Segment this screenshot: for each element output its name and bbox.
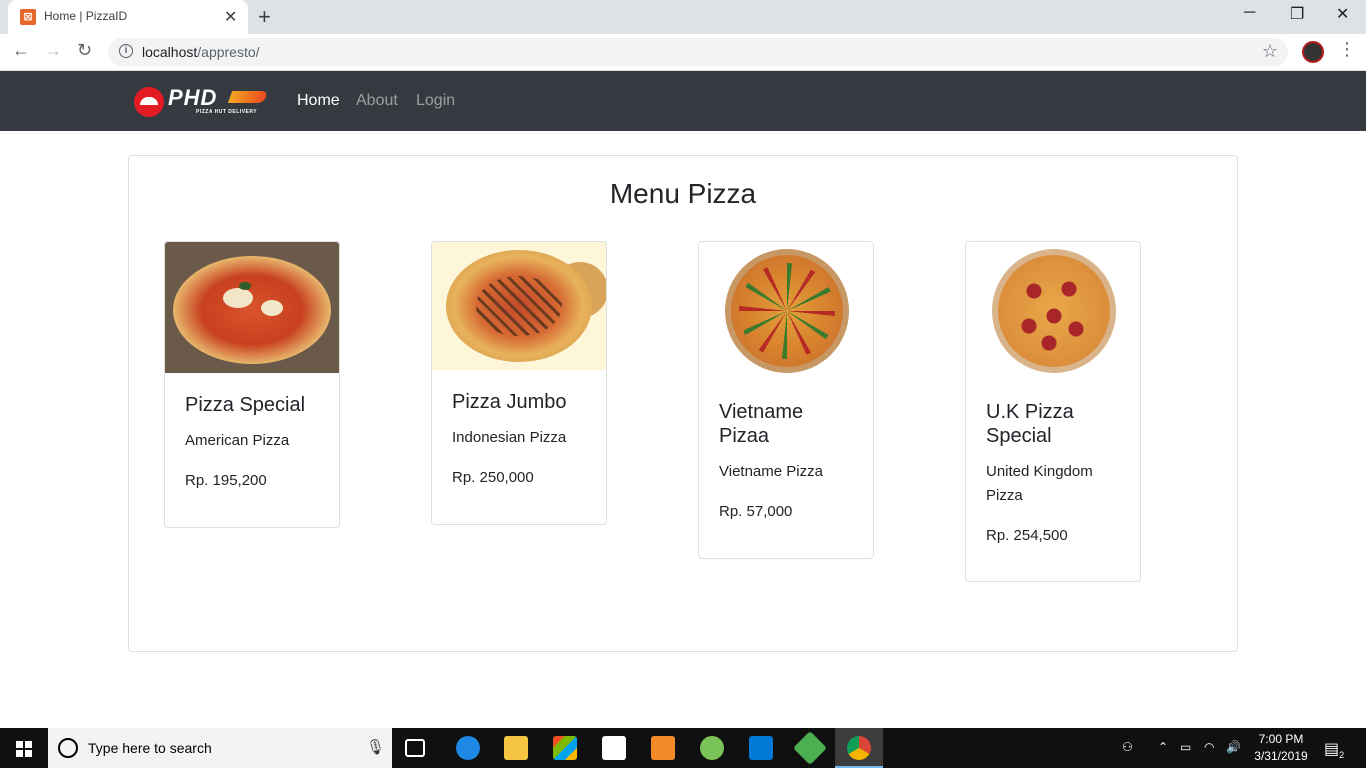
browser-menu-icon[interactable]: ⋮ [1338, 39, 1356, 60]
product-price: Rp. 57,000 [719, 503, 793, 520]
app-help-icon[interactable] [793, 731, 827, 765]
edge-icon[interactable] [456, 736, 480, 760]
volume-icon[interactable]: 🔊 [1226, 740, 1241, 754]
product-description: American Pizza [185, 432, 290, 449]
forward-button[interactable]: → [44, 40, 62, 61]
clock-time: 7:00 PM [1258, 732, 1304, 746]
product-image [699, 242, 873, 380]
browser-tab[interactable]: ⊠ Home | PizzaID ✕ [8, 0, 248, 34]
product-price: Rp. 195,200 [185, 472, 267, 489]
chrome-icon [847, 736, 871, 760]
notification-count: 2 [1339, 750, 1345, 761]
product-price: Rp. 254,500 [986, 527, 1068, 544]
restore-button[interactable]: ❐ [1290, 4, 1304, 24]
android-studio-icon[interactable] [700, 736, 724, 760]
nav-link-about[interactable]: About [356, 92, 398, 110]
product-description: Indonesian Pizza [452, 429, 567, 446]
pizza-hut-logo-icon [134, 87, 164, 117]
flame-icon [227, 91, 269, 103]
product-image [432, 242, 606, 370]
product-description: United Kingdom Pizza [986, 463, 1093, 504]
product-price: Rp. 250,000 [452, 469, 534, 486]
address-bar[interactable]: i localhost/appresto/ ☆ [108, 38, 1288, 66]
page-title: Menu Pizza [609, 178, 757, 209]
chrome-taskbar-button[interactable] [835, 728, 883, 768]
product-description: Vietname Pizza [719, 463, 823, 480]
product-card[interactable]: U.K Pizza Special United Kingdom Pizza R… [965, 241, 1141, 582]
store-icon[interactable] [553, 736, 577, 760]
product-image [966, 242, 1140, 380]
site-info-icon[interactable]: i [119, 44, 133, 58]
product-name: U.K Pizza Special [986, 401, 1074, 447]
mail-icon[interactable] [602, 736, 626, 760]
action-center-icon[interactable]: ▤2 [1324, 739, 1344, 760]
url-host: localhost [142, 44, 198, 60]
tab-close-icon[interactable]: ✕ [224, 7, 237, 27]
clock-date: 3/31/2019 [1254, 749, 1308, 763]
product-card[interactable]: Vietname Pizaa Vietname Pizza Rp. 57,000 [698, 241, 874, 559]
vscode-icon[interactable] [749, 736, 773, 760]
tab-title: Home | PizzaID [44, 9, 128, 23]
product-card[interactable]: Pizza Special American Pizza Rp. 195,200 [164, 241, 340, 528]
file-explorer-icon[interactable] [504, 736, 528, 760]
windows-logo-icon [16, 741, 32, 757]
brand-subtitle: PIZZA HUT DELIVERY [196, 109, 258, 115]
show-hidden-icons[interactable]: ⌃ [1158, 740, 1168, 754]
windows-taskbar: Type here to search 🎙 ⚇ ⌃ ▭ ◠ 🔊 7:00 PM … [0, 728, 1366, 768]
product-card[interactable]: Pizza Jumbo Indonesian Pizza Rp. 250,000 [431, 241, 607, 525]
bookmark-star-icon[interactable]: ☆ [1262, 41, 1278, 62]
reload-button[interactable]: ↻ [77, 40, 92, 61]
site-navbar: PHD PIZZA HUT DELIVERY Home About Login [0, 71, 1366, 131]
url-text[interactable]: localhost/appresto/ [142, 44, 260, 60]
cortana-icon [58, 738, 78, 758]
task-view-icon[interactable] [405, 739, 425, 757]
url-path: /appresto/ [197, 44, 260, 60]
brand-text: PHD [168, 85, 218, 110]
people-icon[interactable]: ⚇ [1122, 740, 1133, 754]
minimize-button[interactable]: ─ [1244, 4, 1255, 22]
taskbar-search[interactable]: Type here to search 🎙 [48, 728, 392, 768]
profile-avatar[interactable] [1302, 41, 1324, 63]
product-name: Pizza Jumbo [452, 391, 567, 413]
close-window-button[interactable]: ✕ [1336, 4, 1349, 24]
brand-logo[interactable]: PHD PIZZA HUT DELIVERY [134, 85, 269, 117]
system-clock[interactable]: 7:00 PM 3/31/2019 [1250, 731, 1312, 765]
search-placeholder: Type here to search [88, 740, 212, 756]
nav-link-login[interactable]: Login [416, 92, 455, 110]
xampp-favicon-icon: ⊠ [20, 9, 36, 25]
product-image [165, 242, 339, 373]
product-name: Vietname Pizaa [719, 401, 804, 447]
new-tab-button[interactable]: + [258, 4, 271, 30]
browser-toolbar: ← → ↻ i localhost/appresto/ ☆ ⋮ [0, 34, 1366, 71]
battery-icon[interactable]: ▭ [1180, 740, 1191, 754]
nav-link-home[interactable]: Home [297, 92, 340, 110]
browser-tab-strip: ⊠ Home | PizzaID ✕ + ─ ❐ ✕ [0, 0, 1366, 34]
product-name: Pizza Special [185, 394, 306, 416]
microphone-icon[interactable]: 🎙 [366, 738, 385, 756]
start-button[interactable] [0, 728, 48, 768]
sublime-text-icon[interactable] [651, 736, 675, 760]
wifi-icon[interactable]: ◠ [1204, 740, 1214, 754]
back-button[interactable]: ← [12, 40, 30, 61]
